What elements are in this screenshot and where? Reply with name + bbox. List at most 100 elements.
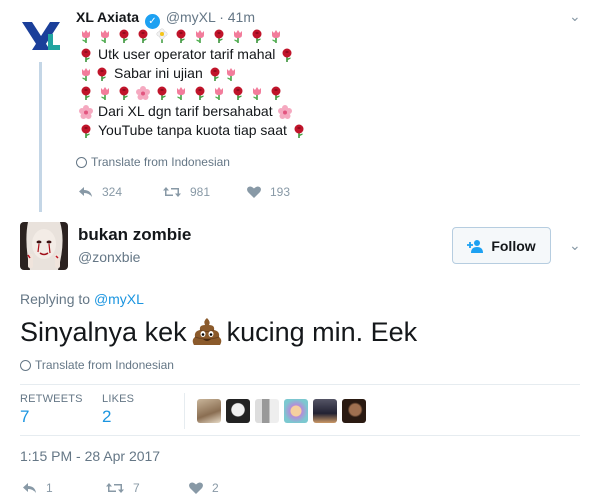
parent-tweet-text: Utk user operator tarif mahal Sabar ini … [78,26,307,140]
rose-icon [291,123,307,139]
thread-connector-line [39,62,42,212]
follow-label: Follow [491,237,536,254]
rose-icon [78,85,94,101]
like-button[interactable]: 193 [246,184,330,200]
tulip-icon [249,85,265,101]
liker-avatar[interactable] [313,399,337,423]
reply-icon [78,184,94,200]
tweet-timestamp[interactable]: 1:15 PM - 28 Apr 2017 [20,448,160,464]
rose-icon [78,47,94,63]
tweet-line-text: Dari XL dgn tarif bersahabat [98,103,273,119]
tweet-text-part: Sinyalnya kek [20,317,187,347]
liker-avatar[interactable] [342,399,366,423]
cherry-blossom-icon [135,85,151,101]
like-button[interactable]: 2 [188,480,271,496]
pile-of-poo-icon [192,318,221,345]
stats-divider [184,393,185,429]
chevron-down-icon[interactable]: ⌄ [569,237,581,254]
tulip-icon [230,28,246,44]
tulip-icon [97,28,113,44]
author-name[interactable]: XL Axiata [76,9,139,25]
tulip-icon [78,66,94,82]
tweet-line-text: Utk user operator tarif mahal [98,46,276,62]
retweet-icon [162,184,182,200]
tulip-icon [211,85,227,101]
tweet-line-text: Sabar ini ujian [114,65,203,81]
rose-icon [94,66,110,82]
rose-icon [230,85,246,101]
heart-icon [188,480,204,496]
tweet-stats: RETWEETS 7 LIKES 2 [20,384,580,436]
likes-label: LIKES [102,393,135,405]
rose-icon [135,28,151,44]
daisy-icon [154,28,170,44]
like-count: 2 [212,481,219,495]
translate-label: Translate from Indonesian [35,358,174,372]
tulip-icon [268,28,284,44]
likes-value: 2 [102,407,112,426]
parent-tweet[interactable]: XL Axiata ✓ @myXL · 41m ⌄ Utk user opera… [0,0,596,212]
tulip-icon [192,28,208,44]
retweet-button[interactable]: 981 [162,184,246,200]
retweet-button[interactable]: 7 [105,480,188,496]
translate-link[interactable]: Translate from Indonesian [20,358,174,372]
tweet-line: Dari XL dgn tarif bersahabat [78,102,307,121]
tweet-time[interactable]: 41m [228,9,255,25]
add-user-icon [467,239,484,253]
liker-avatar[interactable] [197,399,221,423]
tulip-icon [223,66,239,82]
rose-icon [268,85,284,101]
likers-avatars [197,399,366,423]
rose-icon [173,28,189,44]
replying-prefix: Replying to [20,291,91,307]
cherry-blossom-icon [78,104,94,120]
liker-avatar[interactable] [284,399,308,423]
follow-button[interactable]: Follow [452,227,551,264]
xl-axiata-avatar[interactable] [18,14,64,60]
tulip-icon [78,28,94,44]
author-name[interactable]: bukan zombie [78,225,191,245]
rose-icon [116,85,132,101]
globe-icon [76,156,87,168]
author-handle[interactable]: @zonxbie [78,249,140,265]
reply-count: 324 [102,185,123,199]
tulip-icon [173,85,189,101]
replying-to: Replying to @myXL [20,291,144,307]
retweet-count: 7 [133,481,140,495]
emoji-row [78,26,307,45]
heart-icon [246,184,262,200]
tweet-text-part: kucing min. Eek [226,317,418,347]
liker-avatar[interactable] [226,399,250,423]
parent-tweet-actions: 324 981 193 [78,184,330,200]
translate-link[interactable]: Translate from Indonesian [76,155,230,169]
reply-button[interactable]: 324 [78,184,162,200]
rose-icon [211,28,227,44]
rose-icon [279,47,295,63]
rose-icon [207,66,223,82]
likes-stat[interactable]: LIKES 2 [102,393,134,427]
author-handle[interactable]: @myXL [166,9,215,25]
liker-avatar[interactable] [255,399,279,423]
rose-icon [78,123,94,139]
tulip-icon [97,85,113,101]
replying-handle-link[interactable]: @myXL [94,291,144,307]
emoji-row [78,83,307,102]
rose-icon [192,85,208,101]
main-tweet: bukan zombie @zonxbie Follow ⌄ Replying … [0,212,596,504]
reply-button[interactable]: 1 [22,480,105,496]
avatar[interactable] [20,222,68,270]
tweet-line: YouTube tanpa kuota tiap saat [78,121,307,140]
tweet-text: Sinyalnya kek kucing min. Eek [20,315,417,349]
rose-icon [249,28,265,44]
rose-icon [154,85,170,101]
cherry-blossom-icon [277,104,293,120]
retweet-count: 981 [190,185,211,199]
like-count: 193 [270,185,291,199]
tweet-line: Utk user operator tarif mahal [78,45,307,64]
chevron-down-icon[interactable]: ⌄ [569,8,581,25]
tweet-line: Sabar ini ujian [78,64,307,83]
tweet-line-text: YouTube tanpa kuota tiap saat [98,122,287,138]
retweets-label: RETWEETS [20,393,83,405]
retweets-stat[interactable]: RETWEETS 7 [20,393,83,427]
translate-label: Translate from Indonesian [91,155,230,169]
